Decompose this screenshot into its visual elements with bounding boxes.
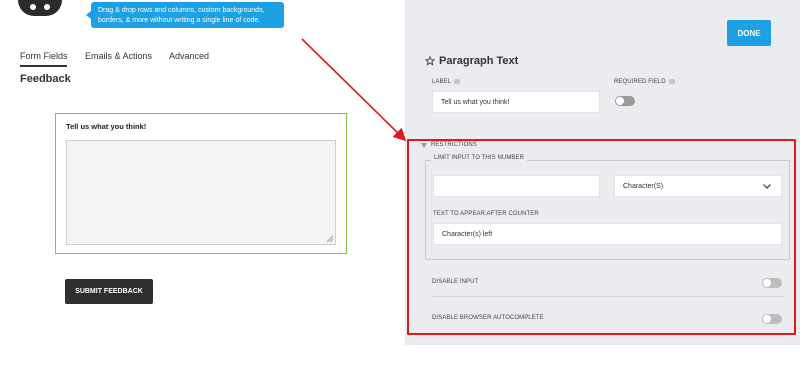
logo-eye-right xyxy=(44,4,50,10)
required-caption-text: REQUIRED FIELD xyxy=(614,79,666,86)
tab-advanced[interactable]: Advanced xyxy=(169,51,209,61)
builder-tooltip: Drag & drop rows and columns, custom bac… xyxy=(86,2,284,28)
feedback-textarea[interactable] xyxy=(66,140,336,245)
submit-feedback-button[interactable]: SUBMIT FEEDBACK xyxy=(65,279,153,304)
tab-form-fields[interactable]: Form Fields xyxy=(20,51,68,61)
label-caption-text: LABEL xyxy=(432,79,452,86)
help-icon[interactable] xyxy=(668,79,675,84)
highlight-frame xyxy=(407,139,796,335)
field-label: Tell us what you think! xyxy=(66,122,147,131)
label-caption: LABEL xyxy=(432,79,461,86)
tab-emails-actions[interactable]: Emails & Actions xyxy=(85,51,152,61)
active-tab-indicator xyxy=(20,65,67,67)
label-input[interactable]: Tell us what you think! xyxy=(432,91,600,113)
help-icon[interactable] xyxy=(454,79,461,84)
tooltip-line-1: Drag & drop rows and columns, custom bac… xyxy=(98,7,265,14)
required-field-caption: REQUIRED FIELD xyxy=(614,79,675,85)
required-field-toggle[interactable] xyxy=(615,96,635,106)
tooltip-line-2: borders, & more without writing a single… xyxy=(98,17,261,24)
panel-title-text: Paragraph Text xyxy=(439,55,519,67)
resize-handle-icon[interactable] xyxy=(327,236,333,242)
done-button[interactable]: DONE xyxy=(727,20,771,46)
toggle-knob xyxy=(616,97,624,105)
panel-title: Paragraph Text xyxy=(425,55,518,67)
logo-eye-left xyxy=(30,4,36,10)
ninja-logo xyxy=(18,0,62,16)
star-icon[interactable] xyxy=(425,56,435,66)
form-title: Feedback xyxy=(20,73,71,85)
